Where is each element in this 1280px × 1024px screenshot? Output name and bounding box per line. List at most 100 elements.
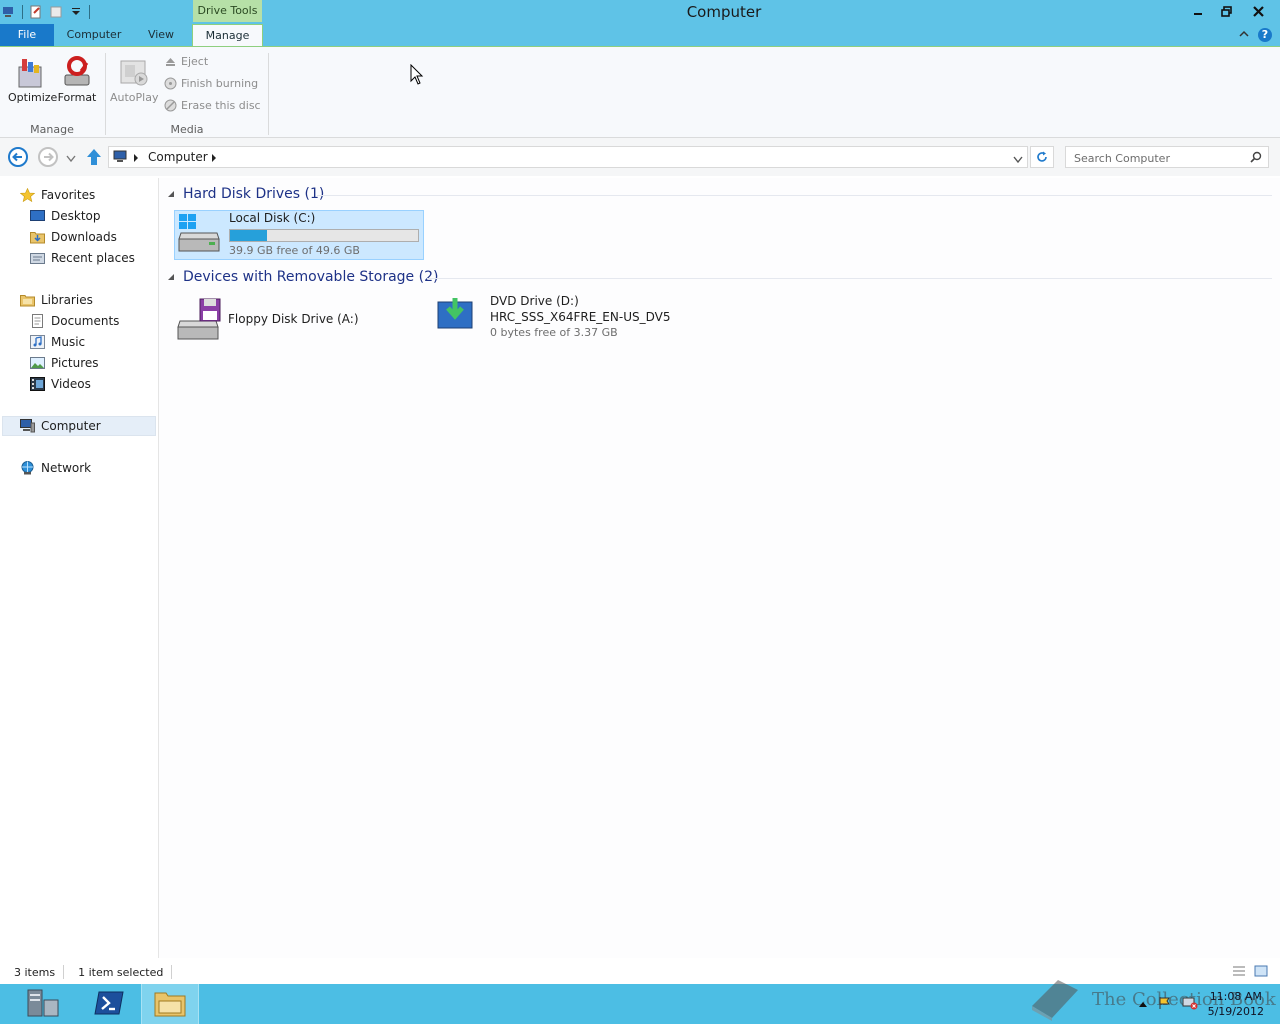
- properties-icon[interactable]: [29, 5, 43, 19]
- tab-view[interactable]: View: [138, 24, 184, 46]
- search-icon[interactable]: [1250, 151, 1262, 166]
- nav-downloads-label: Downloads: [51, 230, 117, 244]
- restore-button[interactable]: [1212, 0, 1240, 22]
- search-box[interactable]: [1065, 146, 1269, 168]
- qat-separator: [89, 5, 90, 19]
- group-divider: [427, 278, 1272, 279]
- hard-disk-drives-group-header[interactable]: Hard Disk Drives (1): [167, 186, 324, 202]
- nav-pictures-label: Pictures: [51, 356, 99, 370]
- recent-places-icon: [30, 251, 45, 265]
- computer-app-icon[interactable]: [2, 5, 16, 19]
- nav-network-label: Network: [41, 461, 92, 475]
- mouse-pointer-icon: [410, 63, 424, 89]
- back-button[interactable]: [8, 147, 28, 167]
- nav-desktop-label: Desktop: [51, 209, 101, 223]
- large-icons-view-icon[interactable]: [1254, 965, 1268, 977]
- file-explorer-icon: [154, 989, 186, 1020]
- format-icon: [61, 55, 93, 89]
- finish-burning-label: Finish burning: [181, 77, 259, 90]
- group-separator: [268, 53, 269, 135]
- refresh-button[interactable]: [1030, 146, 1054, 168]
- downloads-folder-icon: [30, 230, 45, 244]
- breadcrumb-arrow-icon[interactable]: [211, 152, 217, 166]
- nav-videos[interactable]: Videos: [30, 374, 91, 394]
- nav-computer-label: Computer: [41, 419, 101, 433]
- tab-manage[interactable]: Manage: [192, 24, 263, 48]
- clock-time: 11:08 AM: [1209, 990, 1262, 1003]
- up-arrow-icon[interactable]: [86, 148, 102, 169]
- capacity-bar-fill: [230, 230, 267, 241]
- nav-music[interactable]: Music: [30, 332, 85, 352]
- hard-disk-drives-title: Hard Disk Drives (1): [183, 186, 325, 202]
- collapse-triangle-icon[interactable]: [167, 186, 175, 202]
- close-button[interactable]: [1240, 0, 1276, 22]
- powershell-button[interactable]: [80, 984, 138, 1024]
- nav-pictures[interactable]: Pictures: [30, 353, 99, 373]
- show-hidden-icons-icon[interactable]: [1138, 997, 1148, 1011]
- navigation-pane: Favorites Desktop Downloads Recent place…: [0, 178, 159, 958]
- network-status-icon[interactable]: [1182, 996, 1198, 1013]
- minimize-button[interactable]: [1184, 0, 1212, 22]
- finish-burning-button[interactable]: Finish burning: [164, 77, 258, 90]
- nav-documents[interactable]: Documents: [30, 311, 119, 331]
- floppy-drive-a-tile[interactable]: Floppy Disk Drive (A:): [174, 294, 424, 344]
- computer-location-icon: [113, 150, 129, 167]
- eject-icon: [164, 55, 177, 68]
- file-explorer-button[interactable]: [141, 984, 199, 1024]
- capacity-bar: [229, 229, 419, 242]
- dvd-drive-space: 0 bytes free of 3.37 GB: [490, 326, 618, 339]
- dvd-drive-name: DVD Drive (D:): [490, 294, 579, 308]
- removable-storage-group-header[interactable]: Devices with Removable Storage (2): [167, 269, 438, 285]
- dvd-drive-icon: [436, 294, 484, 338]
- optimize-label: Optimize: [8, 91, 58, 104]
- details-view-icon[interactable]: [1232, 965, 1246, 977]
- eject-label: Eject: [181, 55, 209, 68]
- eject-button[interactable]: Eject: [164, 55, 208, 68]
- nav-network[interactable]: Network: [20, 458, 91, 478]
- forward-button[interactable]: [38, 147, 58, 167]
- format-button[interactable]: Format: [56, 55, 98, 104]
- server-manager-icon: [26, 988, 60, 1021]
- nav-desktop[interactable]: Desktop: [30, 206, 101, 226]
- search-input[interactable]: [1072, 148, 1246, 168]
- content-pane: Hard Disk Drives (1) Local Disk (C:) 39.…: [159, 178, 1280, 958]
- pictures-icon: [30, 356, 45, 370]
- optimize-icon: [15, 55, 47, 89]
- nav-computer[interactable]: Computer: [20, 416, 101, 436]
- manage-group-label: Manage: [30, 123, 74, 136]
- action-center-icon[interactable]: [1158, 996, 1172, 1013]
- local-disk-c-tile[interactable]: Local Disk (C:) 39.9 GB free of 49.6 GB: [174, 210, 424, 260]
- address-dropdown-icon[interactable]: [1013, 153, 1023, 167]
- server-manager-button[interactable]: [14, 984, 72, 1024]
- erase-disc-button[interactable]: Erase this disc: [164, 99, 261, 112]
- drive-tools-context-label: Drive Tools: [193, 0, 262, 22]
- system-tray: 11:08 AM 5/19/2012: [1138, 984, 1264, 1024]
- clock[interactable]: 11:08 AM 5/19/2012: [1208, 989, 1264, 1019]
- breadcrumb-computer[interactable]: Computer: [148, 150, 208, 164]
- recent-locations-icon[interactable]: [66, 152, 76, 166]
- local-disk-name: Local Disk (C:): [229, 211, 316, 225]
- autoplay-button[interactable]: AutoPlay: [110, 55, 158, 104]
- optimize-button[interactable]: Optimize: [8, 55, 58, 104]
- quick-access-toolbar: [0, 0, 90, 24]
- nav-favorites[interactable]: Favorites: [19, 185, 95, 205]
- computer-icon: [20, 419, 35, 433]
- nav-libraries[interactable]: Libraries: [20, 290, 93, 310]
- desktop-icon: [30, 209, 45, 223]
- minimize-ribbon-icon[interactable]: [1238, 28, 1250, 42]
- customize-qat-icon[interactable]: [69, 5, 83, 19]
- breadcrumb-arrow-icon[interactable]: [133, 152, 139, 166]
- new-folder-icon[interactable]: [49, 5, 63, 19]
- nav-recent-places[interactable]: Recent places: [30, 248, 135, 268]
- tab-computer[interactable]: Computer: [62, 24, 126, 46]
- nav-downloads[interactable]: Downloads: [30, 227, 117, 247]
- dvd-drive-d-tile[interactable]: DVD Drive (D:) HRC_SSS_X64FRE_EN-US_DV5 …: [436, 294, 696, 344]
- help-icon[interactable]: ?: [1258, 28, 1272, 42]
- floppy-drive-name: Floppy Disk Drive (A:): [228, 312, 359, 326]
- erase-disc-label: Erase this disc: [181, 99, 261, 112]
- address-bar[interactable]: Computer: [108, 146, 1028, 168]
- collapse-triangle-icon[interactable]: [167, 269, 175, 285]
- local-disk-details: Local Disk (C:) 39.9 GB free of 49.6 GB: [229, 211, 419, 259]
- tab-file[interactable]: File: [0, 24, 54, 46]
- documents-icon: [30, 314, 45, 328]
